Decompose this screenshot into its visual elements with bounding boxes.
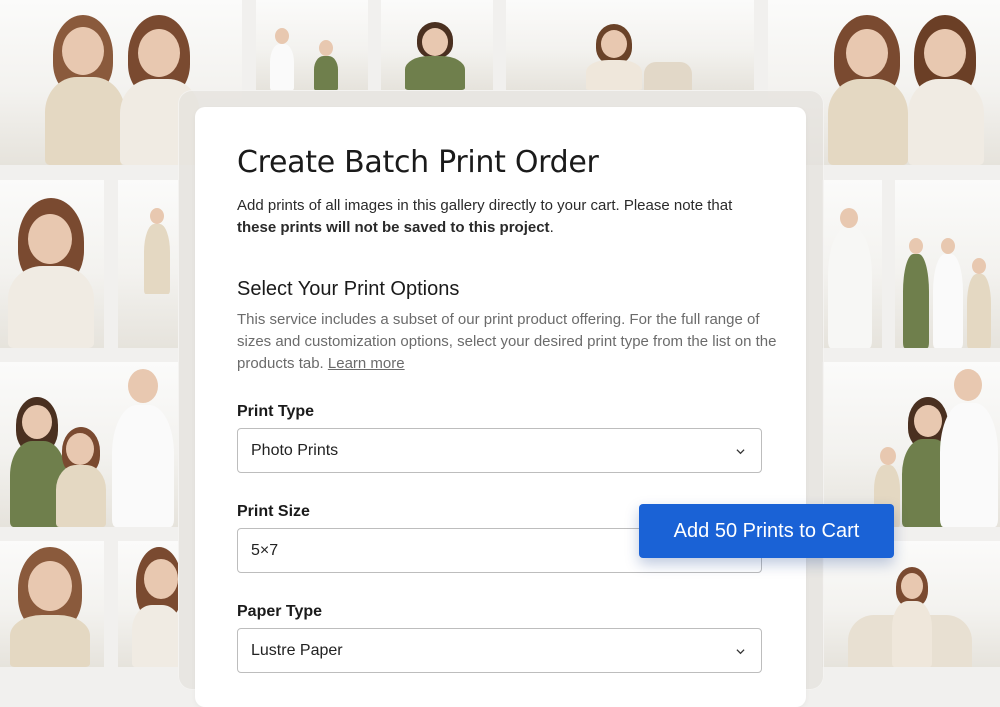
paper-type-value: Lustre Paper: [251, 642, 343, 659]
chevron-down-icon: [736, 449, 745, 455]
print-options-description: This service includes a subset of our pr…: [237, 309, 777, 375]
print-options-heading: Select Your Print Options: [237, 278, 460, 300]
gallery-photo[interactable]: [0, 362, 178, 527]
print-type-select[interactable]: Photo Prints: [237, 428, 762, 473]
description-text: This service includes a subset of our pr…: [237, 311, 777, 372]
gallery-photo[interactable]: [822, 541, 1000, 667]
print-type-label: Print Type: [237, 403, 315, 420]
intro-end: .: [549, 219, 554, 236]
chevron-down-icon: [736, 649, 745, 655]
print-size-label: Print Size: [237, 503, 310, 520]
gallery-photo[interactable]: [822, 362, 1000, 527]
gallery-photo[interactable]: [118, 541, 178, 667]
gallery-photo[interactable]: [506, 0, 754, 90]
print-size-value: 5×7: [251, 542, 279, 559]
dialog-title: Create Batch Print Order: [237, 145, 599, 180]
paper-type-select[interactable]: Lustre Paper: [237, 628, 762, 673]
gallery-photo[interactable]: [381, 0, 493, 90]
paper-type-label: Paper Type: [237, 603, 323, 620]
gallery-photo[interactable]: [0, 541, 104, 667]
add-to-cart-button[interactable]: Add 50 Prints to Cart: [639, 504, 894, 558]
dialog-intro: Add prints of all images in this gallery…: [237, 195, 757, 239]
gallery-photo[interactable]: [895, 180, 1000, 348]
gallery-photo[interactable]: [118, 180, 178, 348]
gallery-photo[interactable]: [0, 180, 104, 348]
gallery-photo[interactable]: [256, 0, 368, 90]
batch-print-dialog: Create Batch Print Order Add prints of a…: [195, 107, 806, 707]
gallery-photo[interactable]: [822, 180, 882, 348]
learn-more-link[interactable]: Learn more: [328, 355, 405, 372]
intro-text: Add prints of all images in this gallery…: [237, 197, 733, 214]
intro-warning: these prints will not be saved to this p…: [237, 219, 550, 236]
print-type-value: Photo Prints: [251, 442, 339, 459]
